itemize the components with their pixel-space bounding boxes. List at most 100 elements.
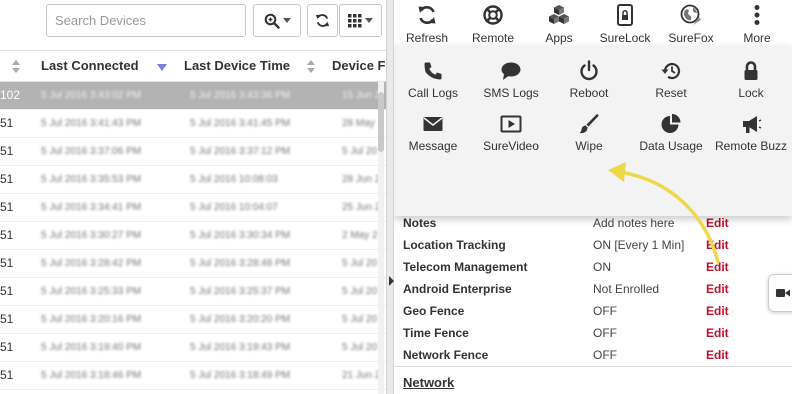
scrollbar-thumb[interactable]	[378, 92, 384, 152]
menu-item-message[interactable]: Message	[394, 113, 472, 157]
menu-item-surevideo[interactable]: SureVideo	[472, 113, 550, 157]
detail-value: ON	[593, 260, 611, 274]
menu-item-label: Call Logs	[407, 86, 459, 100]
detail-label: Time Fence	[403, 326, 469, 340]
row-id: 51	[0, 172, 14, 186]
last-connected-cell: 5 Jul 2016 3:30:27 PM	[41, 230, 142, 241]
menu-item-lock[interactable]: Lock	[712, 60, 790, 104]
column-header-last-device-time[interactable]: Last Device Time	[184, 51, 290, 81]
table-header: Last Connected Last Device Time Device F	[0, 50, 386, 82]
section-divider	[394, 366, 792, 367]
device-details-pane: Refresh Remote Apps SureLock SureFox Mor…	[394, 0, 792, 394]
edit-link[interactable]: Edit	[706, 304, 729, 318]
table-row[interactable]: 51 5 Jul 2016 3:25:33 PM 5 Jul 2016 3:25…	[0, 278, 386, 306]
chat-bubble-icon	[501, 62, 521, 80]
phone-icon	[424, 62, 442, 80]
device-f-cell: 5 Jul 20	[342, 258, 378, 269]
surelock-action-button[interactable]: SureLock	[592, 4, 658, 46]
table-row[interactable]: 51 5 Jul 2016 3:30:27 PM 5 Jul 2016 3:30…	[0, 222, 386, 250]
chevron-down-icon	[282, 18, 291, 23]
zoom-dropdown-button[interactable]	[253, 4, 301, 37]
device-time-cell: 5 Jul 2016 3:37:12 PM	[190, 146, 291, 157]
action-label: Refresh	[405, 31, 449, 45]
device-f-cell: 2 May 2	[342, 230, 378, 241]
sort-descending-icon[interactable]	[157, 64, 167, 71]
detail-row-telecom-management: Telecom Management ON Edit	[403, 256, 792, 278]
edit-link[interactable]: Edit	[706, 260, 729, 274]
device-time-cell: 5 Jul 2016 10:08:03	[190, 174, 278, 185]
sort-both-icon[interactable]	[12, 60, 20, 73]
device-table-body: 102 5 Jul 2016 3:43:02 PM 5 Jul 2016 3:4…	[0, 82, 386, 390]
menu-item-remote-buzz[interactable]: Remote Buzz	[712, 113, 790, 157]
edit-link[interactable]: Edit	[706, 326, 729, 340]
detail-value: ON [Every 1 Min]	[593, 238, 685, 252]
remote-action-button[interactable]: Remote	[460, 4, 526, 46]
detail-row-location-tracking: Location Tracking ON [Every 1 Min] Edit	[403, 234, 792, 256]
detail-value: OFF	[593, 326, 617, 340]
detail-value: Add notes here	[593, 216, 675, 230]
table-row[interactable]: 51 5 Jul 2016 3:35:53 PM 5 Jul 2016 10:0…	[0, 166, 386, 194]
video-camera-icon	[776, 289, 790, 297]
network-section-heading[interactable]: Network	[403, 375, 454, 390]
last-connected-cell: 5 Jul 2016 3:41:43 PM	[41, 118, 142, 129]
floating-side-tab[interactable]	[768, 274, 792, 312]
device-time-cell: 5 Jul 2016 3:18:49 PM	[190, 370, 291, 381]
menu-item-data-usage[interactable]: Data Usage	[632, 113, 710, 157]
grid-vertical-scrollbar[interactable]	[378, 82, 384, 394]
column-header-last-connected[interactable]: Last Connected	[41, 51, 139, 81]
refresh-action-button[interactable]: Refresh	[394, 4, 460, 46]
surefox-action-button[interactable]: SureFox	[658, 4, 724, 46]
device-details-list: Notes Add notes here Edit Location Track…	[403, 212, 792, 366]
detail-value: OFF	[593, 348, 617, 362]
search-devices-input[interactable]	[46, 4, 246, 37]
device-f-cell: 28 Jun 2	[342, 174, 381, 185]
video-play-icon	[500, 115, 522, 133]
menu-item-call-logs[interactable]: Call Logs	[394, 60, 472, 104]
last-connected-cell: 5 Jul 2016 3:20:16 PM	[41, 314, 142, 325]
edit-link[interactable]: Edit	[706, 348, 729, 362]
power-icon	[580, 60, 598, 81]
table-row[interactable]: 51 5 Jul 2016 3:41:43 PM 5 Jul 2016 3:41…	[0, 110, 386, 138]
last-connected-cell: 5 Jul 2016 3:18:46 PM	[41, 370, 142, 381]
apps-action-button[interactable]: Apps	[526, 4, 592, 46]
table-row[interactable]: 51 5 Jul 2016 3:18:46 PM 5 Jul 2016 3:18…	[0, 362, 386, 390]
table-row[interactable]: 102 5 Jul 2016 3:43:02 PM 5 Jul 2016 3:4…	[0, 82, 386, 110]
table-row[interactable]: 51 5 Jul 2016 3:34:41 PM 5 Jul 2016 10:0…	[0, 194, 386, 222]
menu-item-label: Message	[408, 139, 458, 153]
column-chooser-button[interactable]	[339, 4, 382, 37]
pane-splitter[interactable]	[386, 0, 394, 394]
device-time-cell: 5 Jul 2016 3:43:36 PM	[190, 90, 291, 101]
action-label: Apps	[545, 31, 573, 45]
refresh-grid-button[interactable]	[307, 4, 338, 37]
detail-value: OFF	[593, 304, 617, 318]
pie-chart-icon	[661, 114, 681, 133]
more-action-button[interactable]: More	[724, 4, 790, 46]
table-row[interactable]: 51 5 Jul 2016 3:28:42 PM 5 Jul 2016 3:28…	[0, 250, 386, 278]
edit-link[interactable]: Edit	[706, 216, 729, 230]
detail-label: Network Fence	[403, 348, 489, 362]
menu-item-sms-logs[interactable]: SMS Logs	[472, 60, 550, 104]
table-row[interactable]: 51 5 Jul 2016 3:37:06 PM 5 Jul 2016 3:37…	[0, 138, 386, 166]
sort-both-icon[interactable]	[307, 60, 315, 73]
device-f-cell: 15 Jun 2	[342, 90, 381, 101]
lifebuoy-icon	[483, 5, 503, 25]
device-time-cell: 5 Jul 2016 3:20:20 PM	[190, 314, 291, 325]
action-label: More	[743, 31, 771, 45]
row-id: 51	[0, 200, 14, 214]
table-row[interactable]: 51 5 Jul 2016 3:20:16 PM 5 Jul 2016 3:20…	[0, 306, 386, 334]
last-connected-cell: 5 Jul 2016 3:25:33 PM	[41, 286, 142, 297]
row-id: 51	[0, 368, 14, 382]
device-time-cell: 5 Jul 2016 3:28:48 PM	[190, 258, 291, 269]
column-header-device-f[interactable]: Device F	[332, 51, 385, 81]
menu-item-reset[interactable]: Reset	[632, 60, 710, 104]
menu-item-wipe[interactable]: Wipe	[550, 113, 628, 157]
detail-row-time-fence: Time Fence OFF Edit	[403, 322, 792, 344]
device-time-cell: 5 Jul 2016 3:41:45 PM	[190, 118, 291, 129]
menu-item-reboot[interactable]: Reboot	[550, 60, 628, 104]
edit-link[interactable]: Edit	[706, 282, 729, 296]
row-id: 102	[0, 88, 21, 102]
device-time-cell: 5 Jul 2016 3:19:43 PM	[190, 342, 291, 353]
edit-link[interactable]: Edit	[706, 238, 729, 252]
table-row[interactable]: 51 5 Jul 2016 3:19:40 PM 5 Jul 2016 3:19…	[0, 334, 386, 362]
last-connected-cell: 5 Jul 2016 3:28:42 PM	[41, 258, 142, 269]
